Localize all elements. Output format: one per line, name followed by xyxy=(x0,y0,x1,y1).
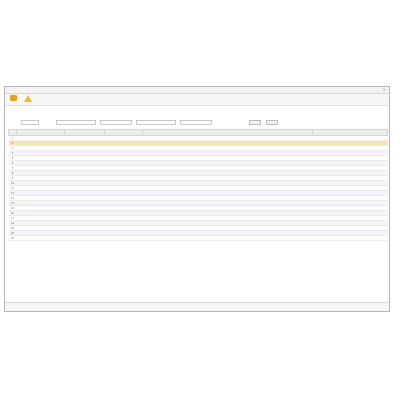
app-window: × 1 2 3 4 5 6 7 8 9 10 11 12 13 14 15 16… xyxy=(4,86,390,312)
filter-input-3[interactable] xyxy=(100,120,132,125)
table-cell xyxy=(142,235,313,241)
search-button[interactable] xyxy=(249,120,261,125)
reset-button[interactable] xyxy=(266,120,278,125)
table-cell xyxy=(16,235,65,241)
filter-input-2[interactable] xyxy=(56,120,96,125)
table-cell xyxy=(312,235,388,241)
row-number: 21 xyxy=(8,235,17,241)
title-bar: × xyxy=(5,87,389,94)
table-cell xyxy=(104,235,143,241)
filter-bar xyxy=(8,120,387,126)
filter-input-4[interactable] xyxy=(136,120,176,125)
toolbar-button-open[interactable] xyxy=(8,95,20,105)
folder-icon xyxy=(10,95,17,101)
filter-input-5[interactable] xyxy=(180,120,212,125)
toolbar-button-alert[interactable] xyxy=(22,95,34,105)
filter-input-1[interactable] xyxy=(21,120,39,125)
warning-icon xyxy=(24,95,32,102)
close-icon[interactable]: × xyxy=(383,87,386,93)
data-table: 1 2 3 4 5 6 7 8 9 10 11 12 13 14 15 16 17 18 19 20 21 xyxy=(8,129,388,241)
status-bar xyxy=(5,302,389,311)
table-row[interactable]: 21 xyxy=(8,235,388,241)
toolbar xyxy=(5,94,389,106)
table-cell xyxy=(64,235,105,241)
